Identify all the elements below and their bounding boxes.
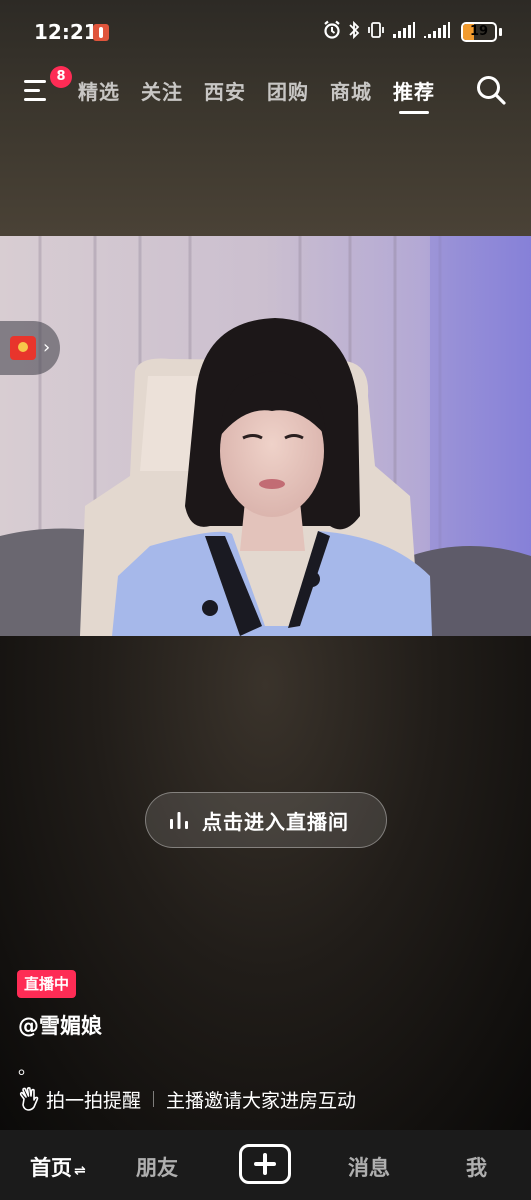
active-tab-indicator [399,111,429,114]
menu-icon [24,80,46,83]
bottom-background [0,636,531,1130]
top-nav: 8 精选 关注 西安 团购 商城 推荐 [0,66,531,116]
notification-icon [93,24,109,41]
tab-local[interactable]: 西安 [204,76,246,105]
enter-live-room-label: 点击进入直播间 [202,809,349,834]
signal-icon [424,22,450,38]
bottom-nav: 首页 ⇌ 朋友 消息 我 [0,1130,531,1200]
live-bars-icon [170,812,188,829]
live-video-preview[interactable] [0,236,531,636]
bluetooth-icon [349,20,360,40]
tab-mall[interactable]: 商城 [330,76,372,105]
red-packet-widget[interactable]: › [0,321,60,375]
chevron-right-icon: › [43,337,51,358]
pat-reminder-label: 拍一拍提醒 [46,1089,142,1112]
live-status-badge: 直播中 [17,970,77,998]
refresh-icon: ⇌ [74,1163,86,1179]
vibrate-icon [368,22,384,38]
status-time: 12:21 [34,20,98,44]
divider [153,1091,155,1107]
tab-featured[interactable]: 精选 [78,76,120,105]
pat-hand-icon [19,1087,39,1111]
search-icon[interactable] [475,74,507,106]
signal-icon [393,22,415,38]
menu-button[interactable] [24,78,52,104]
add-icon[interactable] [239,1144,291,1184]
tab-recommended[interactable]: 推荐 [393,76,435,114]
streamer-username[interactable]: @雪媚娘 [18,1010,102,1040]
pat-reminder-description: 主播邀请大家进房互动 [166,1089,357,1112]
alarm-icon [324,20,340,39]
red-packet-icon [10,336,36,360]
tab-recommended-label: 推荐 [393,80,435,104]
battery-tip [499,28,502,36]
tab-following[interactable]: 关注 [141,76,183,105]
nav-home[interactable]: 首页 ⇌ [30,1152,86,1182]
status-bar: 12:21 19 [0,0,531,62]
battery-level: 19 [469,24,489,39]
menu-badge: 8 [50,66,72,88]
tab-bar: 精选 关注 西安 团购 商城 推荐 [78,76,435,114]
pat-reminder-row[interactable]: 拍一拍提醒 主播邀请大家进房互动 [18,1084,356,1114]
nav-messages[interactable]: 消息 [348,1152,390,1182]
nav-home-label: 首页 [30,1156,72,1180]
nav-friends[interactable]: 朋友 [136,1152,178,1182]
tab-group-buy[interactable]: 团购 [267,76,309,105]
live-video-image [0,236,531,636]
enter-live-room-button[interactable]: 点击进入直播间 [145,792,387,848]
battery-icon: 19 [461,22,497,42]
nav-me[interactable]: 我 [466,1152,487,1182]
video-caption: 。 [18,1058,36,1079]
